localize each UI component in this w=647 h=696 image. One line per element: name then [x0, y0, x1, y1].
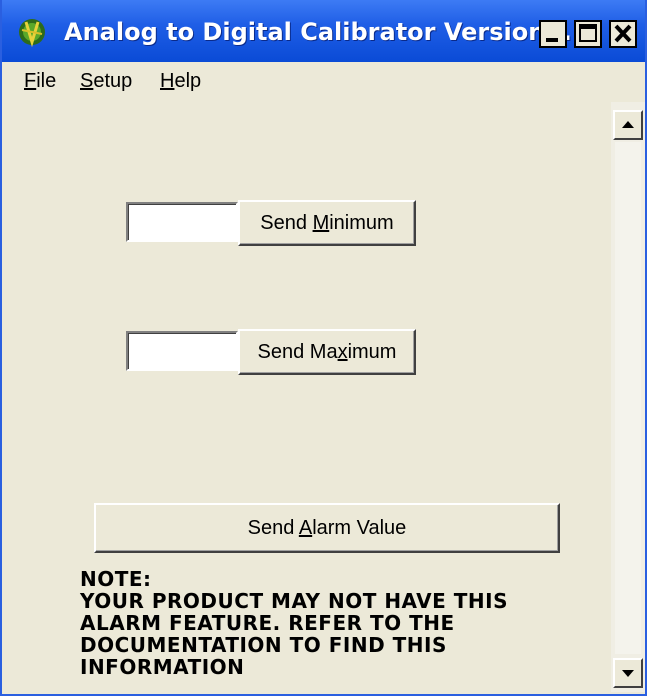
send-alarm-accel: A	[298, 516, 313, 539]
menu-setup-accel: S	[80, 70, 94, 92]
send-minimum-label: Send Minimum	[260, 212, 393, 235]
send-minimum-button[interactable]: Send Minimum	[238, 200, 416, 246]
minimize-button[interactable]	[539, 20, 567, 48]
menu-file-label: ile	[36, 70, 57, 92]
menu-help-accel: H	[160, 70, 175, 92]
menu-file-accel: F	[24, 70, 37, 92]
send-maximum-accel: x	[337, 340, 348, 363]
menu-setup[interactable]: Setup	[80, 70, 132, 93]
scroll-up-arrow-icon	[622, 121, 634, 128]
menu-setup-label: etup	[93, 70, 133, 92]
send-maximum-post: imum	[347, 340, 397, 363]
send-maximum-button[interactable]: Send Maximum	[238, 329, 416, 375]
alarm-feature-note: NOTE: YOUR PRODUCT MAY NOT HAVE THIS ALA…	[80, 567, 509, 679]
minimum-value-input[interactable]	[126, 202, 238, 242]
maximum-value-input[interactable]	[126, 331, 238, 371]
send-minimum-pre: Send	[260, 211, 313, 234]
scroll-down-arrow-icon	[622, 670, 634, 677]
menu-file[interactable]: File	[24, 70, 56, 93]
send-alarm-label: Send Alarm Value	[248, 517, 407, 540]
scroll-down-button[interactable]	[613, 658, 643, 688]
vertical-scrollbar[interactable]	[611, 102, 645, 692]
send-alarm-value-button[interactable]: Send Alarm Value	[94, 503, 560, 553]
menu-help-label: elp	[174, 70, 202, 92]
send-minimum-accel: M	[312, 211, 330, 234]
window-title: Analog to Digital Calibrator Version ...	[64, 18, 582, 46]
send-minimum-post: inimum	[329, 211, 394, 234]
menu-bar: File Setup Help	[2, 62, 645, 102]
scrollbar-track[interactable]	[615, 142, 641, 654]
minimize-icon	[546, 38, 558, 42]
menu-help[interactable]: Help	[160, 70, 201, 93]
send-maximum-pre: Send Ma	[257, 340, 338, 363]
close-button[interactable]	[609, 20, 637, 48]
maximize-icon	[579, 24, 597, 42]
app-icon[interactable]	[16, 16, 48, 48]
scroll-up-button[interactable]	[613, 110, 643, 140]
send-alarm-post: larm Value	[312, 516, 407, 539]
maximize-button[interactable]	[574, 20, 602, 48]
main-content: Send Minimum Send Maximum Send Alarm Val…	[2, 102, 611, 692]
close-icon	[614, 24, 632, 43]
send-maximum-label: Send Maximum	[258, 341, 397, 364]
calibrator-window: Analog to Digital Calibrator Version ...…	[0, 0, 647, 696]
send-alarm-pre: Send	[247, 516, 299, 539]
title-bar[interactable]: Analog to Digital Calibrator Version ...	[2, 0, 645, 62]
